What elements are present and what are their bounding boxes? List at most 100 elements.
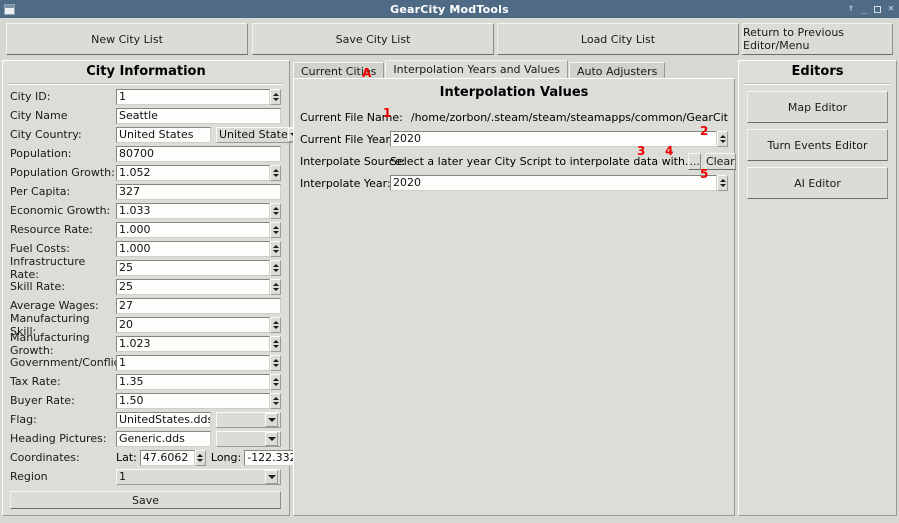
city-field-input[interactable]: 1.033: [116, 203, 270, 219]
city-field-label: Population:: [10, 147, 116, 160]
chevron-down-icon: [265, 413, 278, 427]
city-fields-list: City ID:1City NameSeattleCity Country:Un…: [3, 87, 289, 448]
latitude-input[interactable]: 47.6062: [140, 450, 195, 466]
interpolate-year-spinner[interactable]: [717, 175, 728, 191]
tab-auto-adjusters[interactable]: Auto Adjusters: [569, 62, 665, 79]
editor-button-map-editor[interactable]: Map Editor: [747, 91, 888, 123]
chevron-down-icon: [265, 470, 278, 484]
city-field-row: City NameSeattle: [3, 106, 289, 125]
tab-interpolation-years-and-values[interactable]: Interpolation Years and Values: [385, 60, 568, 79]
new-city-list-button[interactable]: New City List: [6, 23, 248, 55]
latitude-spinner[interactable]: [195, 450, 206, 466]
shade-button[interactable]: ↑: [848, 4, 854, 14]
city-field-row: Per Capita:327: [3, 182, 289, 201]
city-field-input[interactable]: 27: [116, 298, 281, 314]
city-field-spinner[interactable]: [270, 241, 281, 257]
city-field-input[interactable]: 25: [116, 279, 270, 295]
city-field-spinner[interactable]: [270, 89, 281, 105]
city-field-row: Flag:UnitedStates.dds: [3, 410, 289, 429]
city-field-label: City Country:: [10, 128, 116, 141]
browse-button[interactable]: ...: [688, 153, 701, 170]
city-field-input[interactable]: 20: [116, 317, 270, 333]
city-field-row: City ID:1: [3, 87, 289, 106]
city-field-input[interactable]: 25: [116, 260, 270, 276]
city-field-label: Fuel Costs:: [10, 242, 116, 255]
city-field-spinner[interactable]: [270, 279, 281, 295]
city-field-label: Flag:: [10, 413, 116, 426]
city-field-spinner[interactable]: [270, 222, 281, 238]
load-city-list-button[interactable]: Load City List: [497, 23, 739, 55]
city-field-dropdown[interactable]: [216, 412, 281, 428]
city-field-spinner[interactable]: [270, 336, 281, 352]
city-field-row: Buyer Rate:1.50: [3, 391, 289, 410]
city-field-label: Average Wages:: [10, 299, 116, 312]
city-field-spinner[interactable]: [270, 260, 281, 276]
city-field-input[interactable]: 1: [116, 89, 270, 105]
city-field-row: Resource Rate:1.000: [3, 220, 289, 239]
city-field-spinner[interactable]: [270, 374, 281, 390]
city-field-input[interactable]: 1.50: [116, 393, 270, 409]
city-information-title: City Information: [3, 61, 289, 79]
current-file-year-spinner[interactable]: [717, 131, 728, 147]
save-button[interactable]: Save: [10, 491, 281, 509]
editors-panel: Editors Map EditorTurn Events EditorAI E…: [738, 60, 897, 516]
city-field-label: Government/Conflict:: [10, 356, 116, 369]
tab-current-cities[interactable]: Current Cities: [293, 62, 384, 79]
chevron-down-icon: [265, 432, 278, 446]
center-column: Current CitiesInterpolation Years and Va…: [293, 60, 735, 516]
region-row: Region 1: [3, 467, 289, 486]
city-field-spinner[interactable]: [270, 355, 281, 371]
close-button[interactable]: ✕: [888, 4, 894, 14]
minimize-button[interactable]: _: [861, 4, 867, 14]
city-field-spinner[interactable]: [270, 317, 281, 333]
city-field-input[interactable]: 327: [116, 184, 281, 200]
city-field-row: Tax Rate:1.35: [3, 372, 289, 391]
current-file-year-input[interactable]: 2020: [390, 131, 717, 147]
longitude-input[interactable]: -122.3320: [244, 450, 299, 466]
city-field-dropdown[interactable]: [216, 431, 281, 447]
current-file-name-label: Current File Name:: [300, 111, 403, 124]
city-information-panel: City Information City ID:1City NameSeatt…: [2, 60, 290, 516]
editor-buttons-list: Map Editor Turn Events Editor AI Editor: [739, 91, 896, 199]
city-field-input[interactable]: United States: [116, 127, 211, 143]
city-field-input[interactable]: Seattle: [116, 108, 281, 124]
maximize-button[interactable]: [874, 6, 881, 13]
editor-button-turn-events-editor[interactable]: Turn Events Editor: [747, 129, 888, 161]
city-field-input[interactable]: 1.052: [116, 165, 270, 181]
window-title: GearCity ModTools: [0, 3, 899, 16]
city-field-input[interactable]: 1: [116, 355, 270, 371]
city-field-label: Per Capita:: [10, 185, 116, 198]
save-city-list-button[interactable]: Save City List: [252, 23, 494, 55]
interpolate-source-label: Interpolate Source:: [300, 155, 390, 168]
city-field-input[interactable]: 1.000: [116, 222, 270, 238]
city-field-input[interactable]: 1.000: [116, 241, 270, 257]
interpolate-year-row: Interpolate Year: 2020: [294, 172, 734, 194]
city-field-input[interactable]: 80700: [116, 146, 281, 162]
city-field-spinner[interactable]: [270, 393, 281, 409]
top-toolbar: New City List Save City List Load City L…: [0, 20, 899, 58]
city-field-label: Population Growth:: [10, 166, 116, 179]
clear-button[interactable]: Clear: [705, 153, 736, 170]
city-field-row: Infrastructure Rate:25: [3, 258, 289, 277]
city-field-label: Buyer Rate:: [10, 394, 116, 407]
interpolate-year-input[interactable]: 2020: [390, 175, 717, 191]
return-to-previous-editor-button[interactable]: Return to Previous Editor/Menu: [742, 23, 893, 55]
city-field-spinner[interactable]: [270, 165, 281, 181]
city-field-spinner[interactable]: [270, 203, 281, 219]
city-field-input[interactable]: Generic.dds: [116, 431, 211, 447]
city-field-input[interactable]: UnitedStates.dds: [116, 412, 211, 428]
city-field-row: Population:80700: [3, 144, 289, 163]
tab-strip: Current CitiesInterpolation Years and Va…: [293, 60, 735, 79]
coordinates-row: Coordinates: Lat: 47.6062 Long: -122.332…: [3, 448, 289, 467]
interpolate-year-label: Interpolate Year:: [300, 177, 390, 190]
latitude-label: Lat:: [116, 451, 137, 464]
city-field-input[interactable]: 1.35: [116, 374, 270, 390]
city-field-dropdown[interactable]: United State: [216, 127, 304, 143]
region-label: Region: [10, 470, 116, 483]
current-file-year-row: Current File Year: 2020: [294, 128, 734, 150]
city-field-input[interactable]: 1.023: [116, 336, 270, 352]
city-field-label: Tax Rate:: [10, 375, 116, 388]
region-dropdown[interactable]: 1: [116, 469, 281, 485]
editor-button-ai-editor[interactable]: AI Editor: [747, 167, 888, 199]
city-field-label: Resource Rate:: [10, 223, 116, 236]
